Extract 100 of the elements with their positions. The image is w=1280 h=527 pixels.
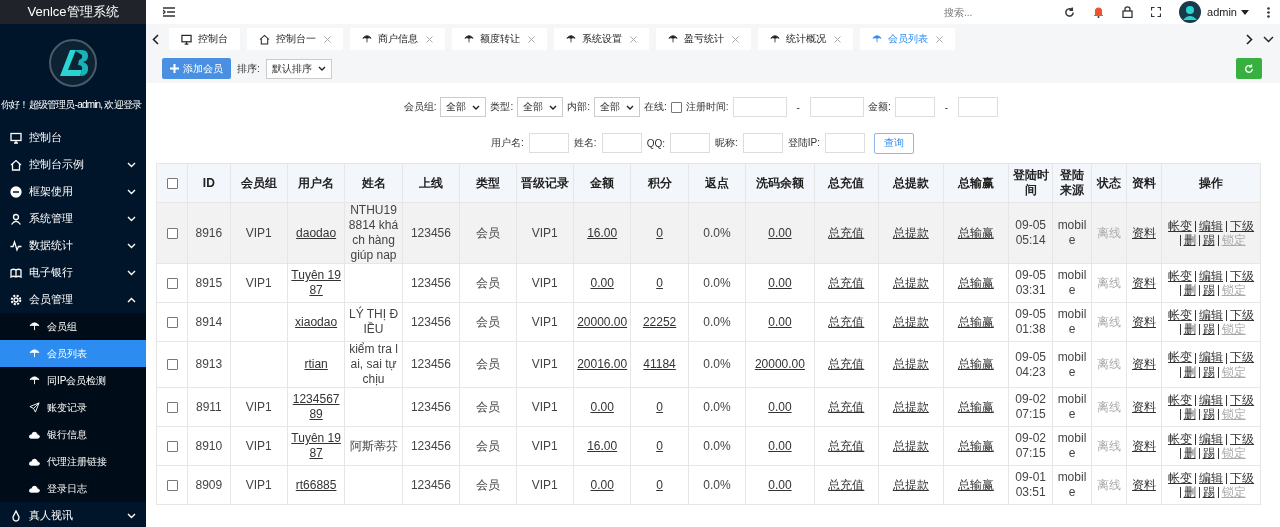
table-link[interactable]: 0.00 xyxy=(590,477,614,493)
sidebar-subitem[interactable]: 银行信息 xyxy=(0,421,146,448)
range-from-field[interactable] xyxy=(894,97,935,117)
tab[interactable]: 控制台 xyxy=(169,28,240,50)
action-link[interactable]: 下级 xyxy=(1230,471,1255,484)
filter-field[interactable] xyxy=(670,133,710,153)
sidebar-item[interactable]: 真人视讯 xyxy=(0,502,146,527)
close-icon[interactable] xyxy=(426,35,433,43)
row-checkbox[interactable] xyxy=(166,277,178,289)
close-icon[interactable] xyxy=(732,35,739,43)
tab[interactable]: 额度转让 xyxy=(452,28,547,50)
action-link[interactable]: 踢 xyxy=(1202,323,1215,335)
sidebar-item[interactable]: 控制台示例 xyxy=(0,151,146,178)
table-link[interactable]: daodao xyxy=(296,225,337,241)
bell-icon[interactable] xyxy=(1093,6,1105,18)
action-link[interactable]: 踢 xyxy=(1202,447,1215,459)
lock-icon[interactable] xyxy=(1122,6,1134,18)
range-to-field[interactable] xyxy=(809,97,864,117)
table-link[interactable]: rtian xyxy=(304,357,328,372)
table-link[interactable]: 0 xyxy=(656,399,663,415)
filter-select[interactable]: 全部 xyxy=(593,97,640,117)
action-link[interactable]: 帐变 xyxy=(1168,219,1193,232)
action-link[interactable]: 编辑 xyxy=(1199,432,1224,445)
table-link[interactable]: 0.00 xyxy=(768,314,792,330)
table-link[interactable]: 0 xyxy=(656,275,663,291)
tab[interactable]: 盈亏统计 xyxy=(656,28,751,50)
sidebar-item[interactable]: 系统管理 xyxy=(0,205,146,232)
tab[interactable]: 系统设置 xyxy=(554,28,649,50)
refresh-button[interactable] xyxy=(1236,58,1262,79)
avatar-icon[interactable] xyxy=(1179,1,1202,23)
table-link[interactable]: 总提款 xyxy=(892,357,929,372)
table-link[interactable]: 0 xyxy=(656,225,663,241)
menu-icon[interactable] xyxy=(163,7,175,17)
action-link[interactable]: 编辑 xyxy=(1199,351,1224,364)
table-link[interactable]: 16.00 xyxy=(587,225,618,241)
sidebar-item[interactable]: 数据统计 xyxy=(0,232,146,259)
action-link[interactable]: 踢 xyxy=(1202,486,1215,498)
table-link[interactable]: 0 xyxy=(656,438,663,454)
table-link[interactable]: 总输赢 xyxy=(957,225,994,241)
sidebar-subitem[interactable]: 同IP会员检测 xyxy=(0,367,146,394)
action-link[interactable]: 踢 xyxy=(1202,408,1215,420)
table-link[interactable]: 总充值 xyxy=(828,357,865,372)
select-all-checkbox[interactable] xyxy=(166,177,178,189)
table-link[interactable]: 总提款 xyxy=(892,225,929,241)
close-icon[interactable] xyxy=(936,35,943,43)
tab[interactable]: 会员列表 xyxy=(860,28,955,50)
action-link[interactable]: 帐变 xyxy=(1168,269,1193,282)
tab[interactable]: 控制台一 xyxy=(247,28,343,50)
range-to-field[interactable] xyxy=(958,97,998,117)
sidebar-subitem[interactable]: 登录日志 xyxy=(0,475,146,502)
table-link[interactable]: 总充值 xyxy=(828,225,865,241)
action-link[interactable]: 帐变 xyxy=(1168,308,1193,321)
action-link[interactable]: 下级 xyxy=(1230,269,1255,282)
sidebar-item[interactable]: 电子银行 xyxy=(0,259,146,286)
sidebar-subitem[interactable]: 账变记录 xyxy=(0,394,146,421)
action-link[interactable]: 编辑 xyxy=(1199,308,1224,321)
action-link[interactable]: 下级 xyxy=(1230,432,1255,445)
filter-field[interactable] xyxy=(825,133,865,153)
action-link[interactable]: 删 xyxy=(1183,408,1196,420)
refresh-icon[interactable] xyxy=(1064,6,1076,18)
table-link[interactable]: 0.00 xyxy=(768,477,792,493)
action-link[interactable]: 删 xyxy=(1183,365,1196,378)
action-link[interactable]: 编辑 xyxy=(1199,219,1224,232)
sort-select[interactable]: 默认排序 xyxy=(265,58,332,79)
fullscreen-icon[interactable] xyxy=(1151,7,1162,17)
table-link[interactable]: 0.00 xyxy=(768,225,792,241)
filter-select[interactable]: 全部 xyxy=(517,97,564,117)
action-link[interactable]: 删 xyxy=(1183,284,1196,296)
sidebar-subitem[interactable]: 会员组 xyxy=(0,313,146,340)
row-checkbox[interactable] xyxy=(166,316,178,328)
chevron-down-icon[interactable] xyxy=(1263,35,1274,43)
row-checkbox[interactable] xyxy=(166,479,178,491)
action-link[interactable]: 踢 xyxy=(1202,365,1215,378)
tab[interactable]: 商户信息 xyxy=(350,28,445,50)
action-link[interactable]: 删 xyxy=(1183,486,1196,498)
action-link[interactable]: 编辑 xyxy=(1199,393,1224,406)
row-checkbox[interactable] xyxy=(166,227,178,239)
close-icon[interactable] xyxy=(324,35,331,43)
action-link[interactable]: 删 xyxy=(1183,447,1196,459)
range-from-field[interactable] xyxy=(732,97,787,117)
filter-select[interactable]: 全部 xyxy=(440,97,487,117)
table-link[interactable]: 0.00 xyxy=(590,399,614,415)
action-link[interactable]: 编辑 xyxy=(1199,471,1224,484)
action-link[interactable]: 下级 xyxy=(1230,219,1255,232)
user-menu[interactable]: admin xyxy=(1207,6,1249,18)
action-link[interactable]: 下级 xyxy=(1230,308,1255,321)
action-link[interactable]: 踢 xyxy=(1202,234,1215,246)
action-link[interactable]: 下级 xyxy=(1230,351,1255,364)
action-link[interactable]: 帐变 xyxy=(1168,393,1193,406)
sidebar-item[interactable]: 框架使用 xyxy=(0,178,146,205)
table-link[interactable]: 总输赢 xyxy=(957,357,994,372)
filter-field[interactable] xyxy=(601,133,642,153)
close-icon[interactable] xyxy=(528,35,535,43)
table-link[interactable]: 41184 xyxy=(643,357,676,372)
action-link[interactable]: 踢 xyxy=(1202,284,1215,296)
filter-field[interactable] xyxy=(742,133,783,153)
table-link[interactable]: 0.00 xyxy=(590,275,614,291)
chevron-left-icon[interactable] xyxy=(152,33,159,45)
action-link[interactable]: 删 xyxy=(1183,234,1196,246)
table-link[interactable]: 0.00 xyxy=(768,399,792,415)
